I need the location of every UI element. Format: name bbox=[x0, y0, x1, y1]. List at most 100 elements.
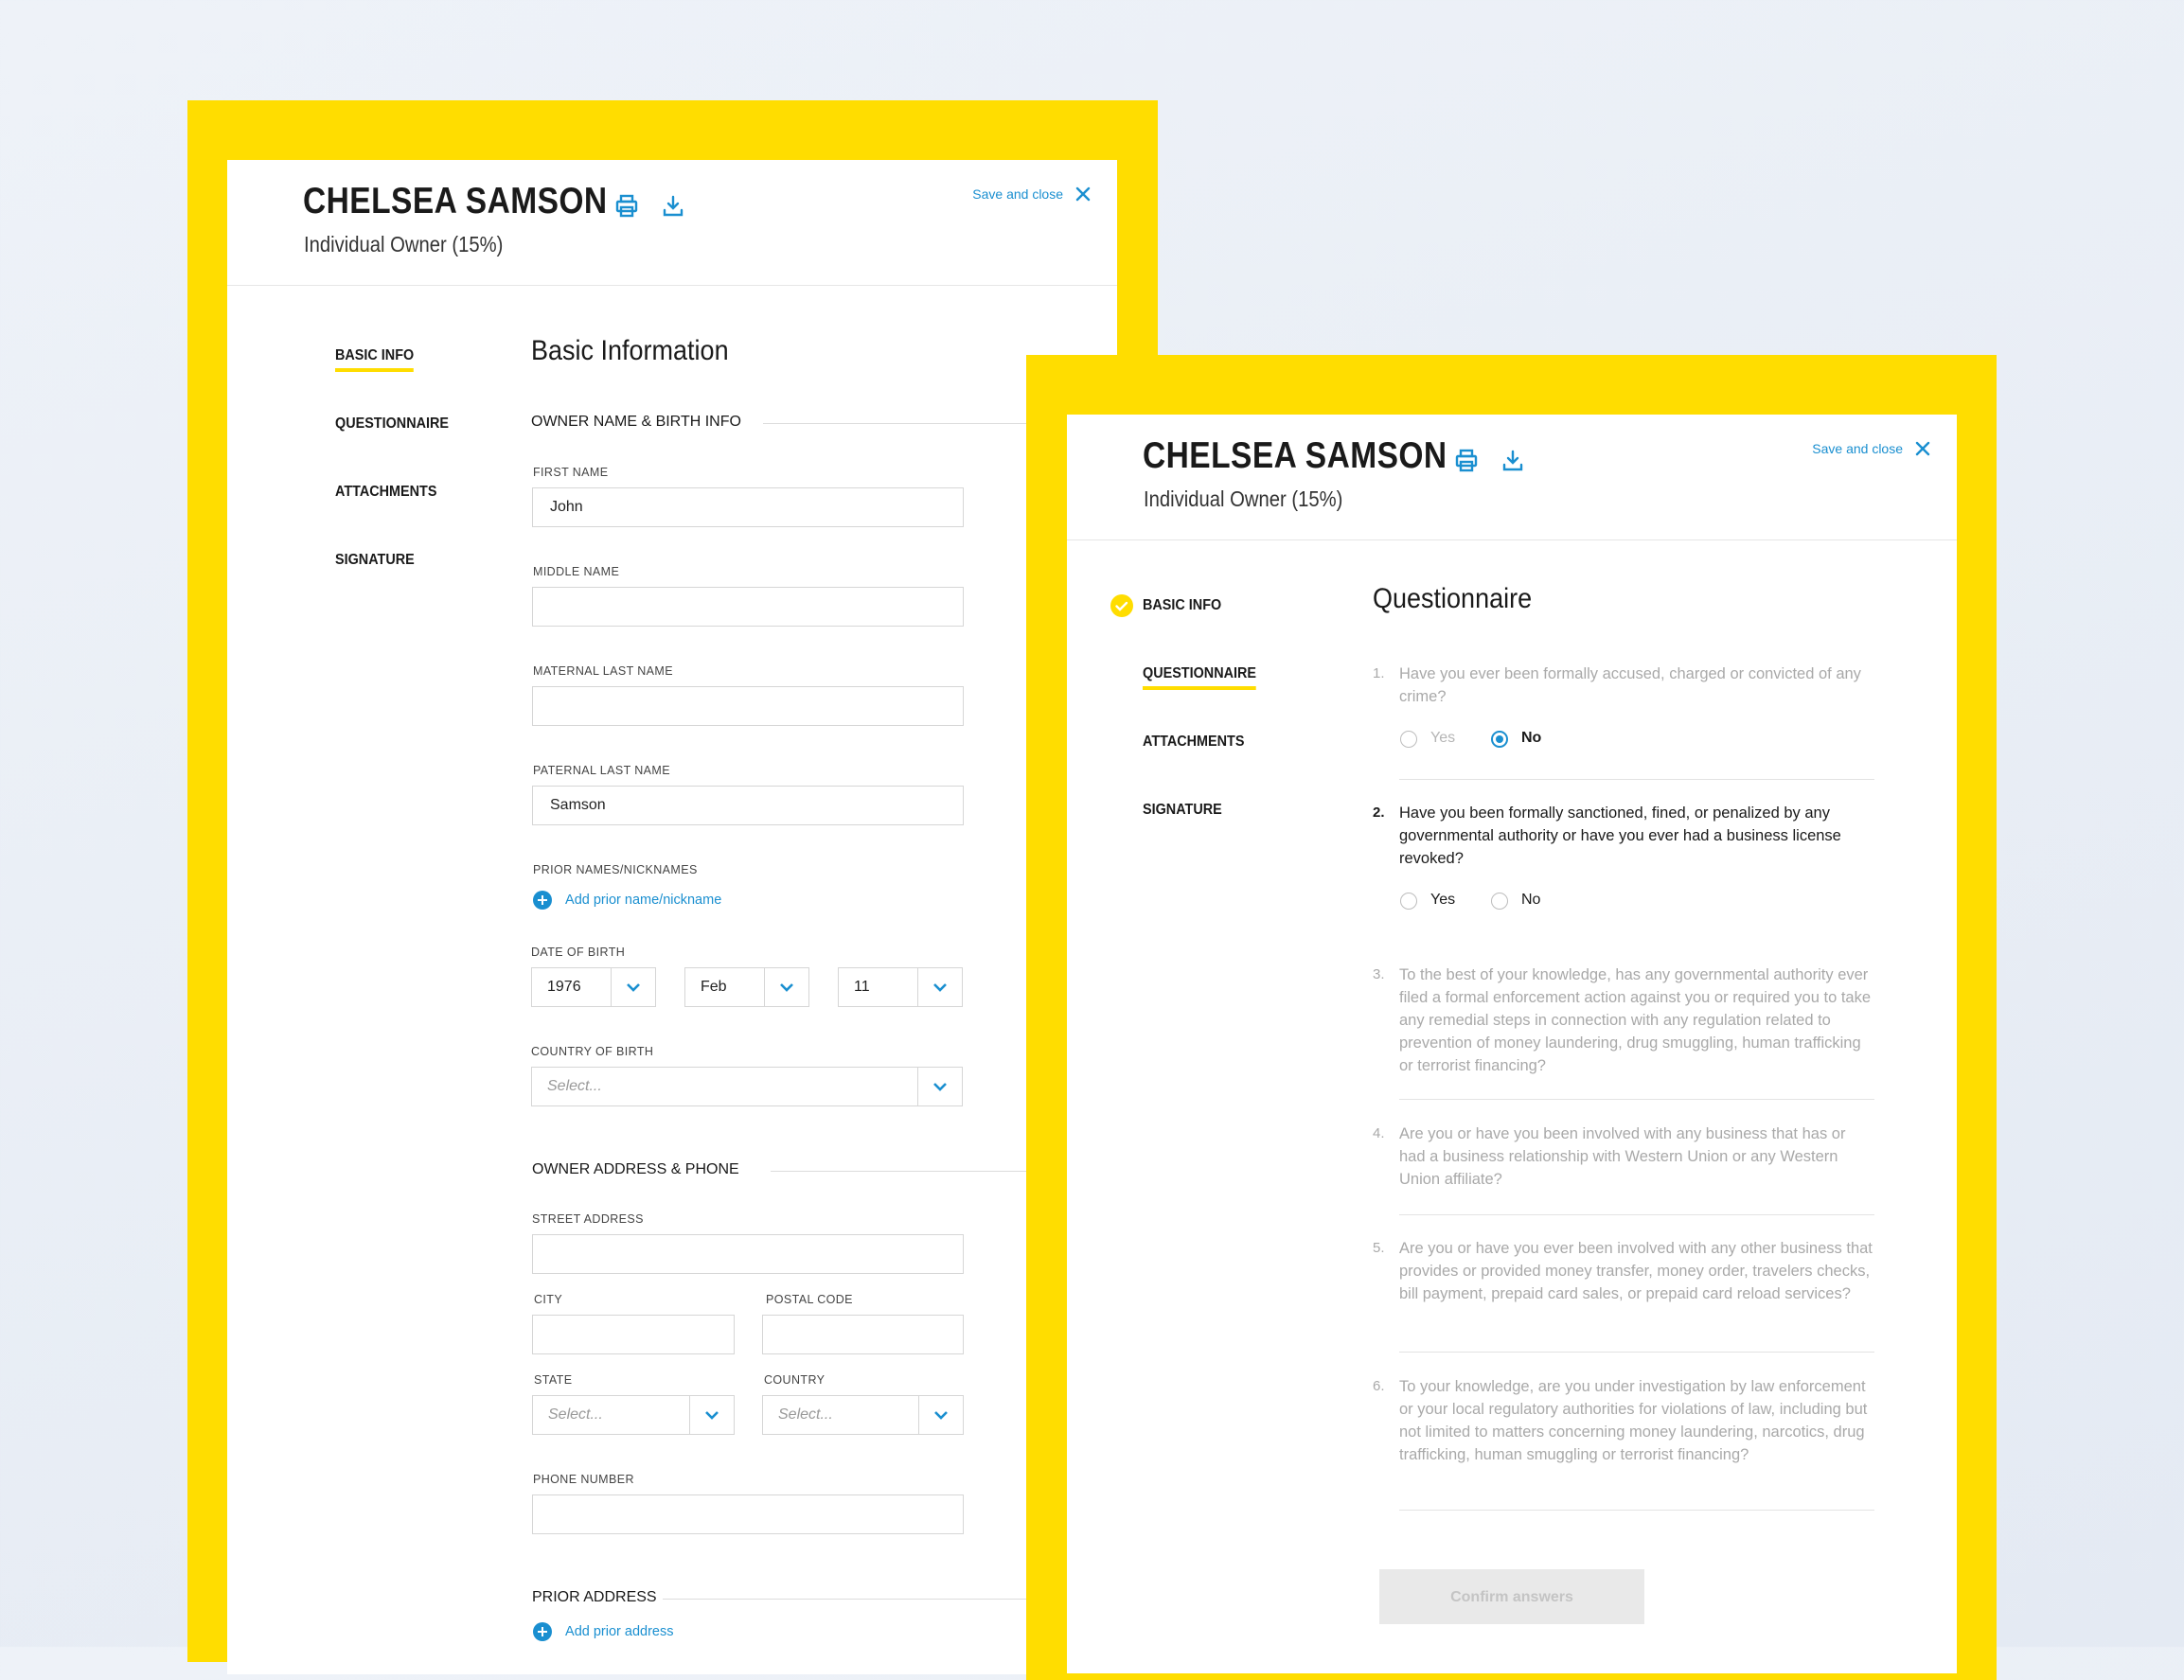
add-prior-address-label: Add prior address bbox=[565, 1624, 674, 1639]
nav-signature[interactable]: SIGNATURE bbox=[1143, 802, 1222, 819]
owner-role: Individual Owner (15%) bbox=[304, 232, 504, 256]
question-divider bbox=[1399, 779, 1874, 780]
dob-label: DATE OF BIRTH bbox=[531, 946, 626, 959]
card-header: CHELSEA SAMSON Individual Owner (15%) Sa… bbox=[1067, 415, 1957, 540]
question-number: 6. bbox=[1373, 1378, 1385, 1394]
nav-basic-info[interactable]: BASIC INFO bbox=[1143, 597, 1221, 614]
q1-yes-label: Yes bbox=[1430, 730, 1456, 746]
checkmark-icon bbox=[1110, 594, 1133, 617]
state-placeholder: Select... bbox=[548, 1406, 603, 1423]
maternal-last-name-field[interactable] bbox=[532, 686, 964, 726]
chevron-down-icon bbox=[611, 968, 655, 1006]
q2-yes-label: Yes bbox=[1430, 892, 1456, 908]
maternal-last-name-label: MATERNAL LAST NAME bbox=[533, 664, 673, 678]
question-number: 5. bbox=[1373, 1240, 1385, 1256]
question-divider bbox=[1399, 1214, 1874, 1215]
close-icon[interactable] bbox=[1912, 438, 1933, 459]
country-of-birth-label: COUNTRY OF BIRTH bbox=[531, 1045, 654, 1058]
question-divider bbox=[1399, 1352, 1874, 1353]
dob-month-value: Feb bbox=[701, 979, 727, 995]
phone-number-field[interactable] bbox=[532, 1494, 964, 1534]
first-name-field[interactable]: John bbox=[532, 487, 964, 527]
postal-code-field[interactable] bbox=[762, 1315, 964, 1354]
prior-names-label: PRIOR NAMES/NICKNAMES bbox=[533, 863, 698, 876]
nav-attachments[interactable]: ATTACHMENTS bbox=[1143, 734, 1244, 751]
street-label: STREET ADDRESS bbox=[532, 1212, 644, 1226]
country-of-birth-select[interactable]: Select... bbox=[531, 1067, 963, 1106]
printer-icon[interactable] bbox=[613, 192, 641, 221]
section-owner-address: OWNER ADDRESS & PHONE bbox=[532, 1161, 739, 1177]
question-number: 3. bbox=[1373, 966, 1385, 982]
question-divider bbox=[1399, 1099, 1874, 1100]
chevron-down-icon bbox=[917, 968, 962, 1006]
basic-info-card: CHELSEA SAMSON Individual Owner (15%) Sa… bbox=[227, 160, 1117, 1674]
country-select[interactable]: Select... bbox=[762, 1395, 964, 1435]
question-text: To your knowledge, are you under investi… bbox=[1399, 1378, 1868, 1463]
question-divider bbox=[1399, 1510, 1874, 1511]
nav-attachments[interactable]: ATTACHMENTS bbox=[335, 484, 436, 501]
dob-year-value: 1976 bbox=[547, 979, 581, 995]
owner-name: CHELSEA SAMSON bbox=[1143, 435, 1447, 476]
q2-yes-radio[interactable] bbox=[1400, 893, 1417, 910]
nav-basic-info[interactable]: BASIC INFO bbox=[335, 347, 415, 372]
city-label: CITY bbox=[534, 1293, 563, 1306]
paternal-last-name-label: PATERNAL LAST NAME bbox=[533, 764, 670, 777]
country-placeholder: Select... bbox=[778, 1406, 833, 1423]
chevron-down-icon bbox=[917, 1068, 962, 1105]
confirm-answers-button[interactable]: Confirm answers bbox=[1379, 1569, 1644, 1624]
save-and-close-link[interactable]: Save and close bbox=[1812, 441, 1903, 456]
first-name-label: FIRST NAME bbox=[533, 466, 609, 479]
q2-no-radio[interactable] bbox=[1491, 893, 1508, 910]
question-text: Have you ever been formally accused, cha… bbox=[1399, 665, 1861, 705]
chevron-down-icon bbox=[918, 1396, 963, 1434]
dob-day-value: 11 bbox=[854, 979, 870, 995]
dob-month-select[interactable]: Feb bbox=[684, 967, 809, 1007]
state-label: STATE bbox=[534, 1373, 573, 1387]
nav-questionnaire[interactable]: QUESTIONNAIRE bbox=[1143, 665, 1257, 690]
q1-no-radio[interactable] bbox=[1491, 731, 1508, 748]
q1-no-label: No bbox=[1521, 730, 1542, 746]
paternal-last-name-field[interactable]: Samson bbox=[532, 786, 964, 825]
city-field[interactable] bbox=[532, 1315, 735, 1354]
postal-code-label: POSTAL CODE bbox=[766, 1293, 853, 1306]
add-prior-name-link[interactable]: Add prior name/nickname bbox=[533, 891, 721, 910]
printer-icon[interactable] bbox=[1452, 447, 1481, 475]
add-prior-address-link[interactable]: Add prior address bbox=[533, 1622, 673, 1641]
plus-circle-icon bbox=[533, 1622, 552, 1641]
question-number: 4. bbox=[1373, 1125, 1385, 1141]
middle-name-label: MIDDLE NAME bbox=[533, 565, 620, 578]
state-select[interactable]: Select... bbox=[532, 1395, 735, 1435]
nav-questionnaire[interactable]: QUESTIONNAIRE bbox=[335, 416, 449, 433]
owner-role: Individual Owner (15%) bbox=[1144, 486, 1343, 511]
dob-year-select[interactable]: 1976 bbox=[531, 967, 656, 1007]
card-header: CHELSEA SAMSON Individual Owner (15%) Sa… bbox=[227, 160, 1117, 286]
street-address-field[interactable] bbox=[532, 1234, 964, 1274]
questionnaire-card: CHELSEA SAMSON Individual Owner (15%) Sa… bbox=[1067, 415, 1957, 1673]
question-text: Have you been formally sanctioned, fined… bbox=[1399, 805, 1841, 867]
q2-no-label: No bbox=[1521, 892, 1541, 908]
nav-signature[interactable]: SIGNATURE bbox=[335, 552, 415, 569]
middle-name-field[interactable] bbox=[532, 587, 964, 627]
add-prior-name-label: Add prior name/nickname bbox=[565, 893, 722, 908]
close-icon[interactable] bbox=[1073, 184, 1093, 204]
owner-name: CHELSEA SAMSON bbox=[303, 181, 608, 221]
question-number: 1. bbox=[1373, 665, 1385, 681]
question-number: 2. bbox=[1373, 805, 1385, 821]
country-label: COUNTRY bbox=[764, 1373, 826, 1387]
chevron-down-icon bbox=[764, 968, 808, 1006]
page-title: Questionnaire bbox=[1373, 583, 1533, 614]
dob-day-select[interactable]: 11 bbox=[838, 967, 963, 1007]
phone-label: PHONE NUMBER bbox=[533, 1473, 634, 1486]
country-of-birth-placeholder: Select... bbox=[547, 1078, 602, 1094]
question-text: Are you or have you been involved with a… bbox=[1399, 1125, 1846, 1188]
download-icon[interactable] bbox=[659, 192, 687, 221]
download-icon[interactable] bbox=[1499, 447, 1527, 475]
q1-yes-radio[interactable] bbox=[1400, 731, 1417, 748]
save-and-close-link[interactable]: Save and close bbox=[972, 186, 1063, 202]
section-owner-name: OWNER NAME & BIRTH INFO bbox=[531, 414, 741, 430]
question-text: Are you or have you ever been involved w… bbox=[1399, 1240, 1873, 1302]
section-prior-address: PRIOR ADDRESS bbox=[532, 1589, 657, 1605]
page-title: Basic Information bbox=[531, 335, 729, 366]
question-text: To the best of your knowledge, has any g… bbox=[1399, 966, 1872, 1074]
plus-circle-icon bbox=[533, 891, 552, 910]
